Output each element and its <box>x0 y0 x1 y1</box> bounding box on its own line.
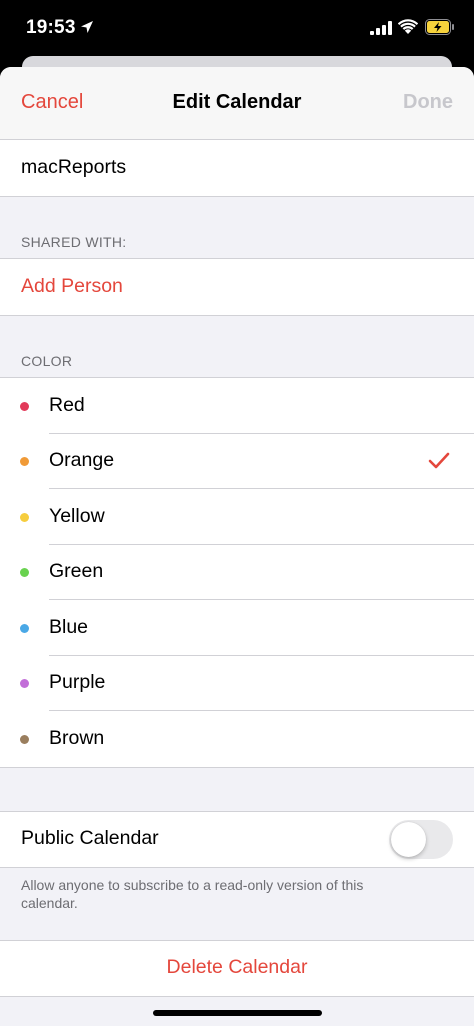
delete-calendar-row[interactable]: Delete Calendar <box>0 941 474 996</box>
public-calendar-row: Public Calendar <box>0 812 474 867</box>
brown-color-dot <box>20 735 29 744</box>
color-option-label: Brown <box>49 727 105 749</box>
color-option-label: Green <box>49 560 104 582</box>
divider <box>0 867 474 868</box>
battery-charging-icon <box>425 19 454 35</box>
toggle-knob <box>391 822 426 857</box>
divider <box>0 315 474 316</box>
home-indicator <box>153 1010 322 1016</box>
navigation-bar: Cancel Edit Calendar Done <box>0 67 474 140</box>
public-calendar-label: Public Calendar <box>21 827 159 849</box>
blue-color-dot <box>20 624 29 633</box>
wifi-icon <box>398 19 418 34</box>
color-option-orange[interactable]: Orange <box>0 434 474 489</box>
cellular-signal-icon <box>370 21 392 35</box>
yellow-color-dot <box>20 513 29 522</box>
shared-with-header: SHARED WITH: <box>21 234 127 250</box>
calendar-name-row[interactable]: macReports <box>0 140 474 196</box>
checkmark-icon <box>428 452 450 469</box>
divider <box>0 196 474 197</box>
status-time: 19:53 <box>26 17 76 38</box>
color-option-purple[interactable]: Purple <box>0 656 474 711</box>
color-option-label: Yellow <box>49 505 105 527</box>
green-color-dot <box>20 568 29 577</box>
location-arrow-icon <box>81 21 93 33</box>
edit-calendar-sheet: Cancel Edit Calendar Done macReports SHA… <box>0 67 474 1026</box>
color-option-red[interactable]: Red <box>0 378 474 434</box>
done-button[interactable]: Done <box>403 91 453 114</box>
public-calendar-note: Allow anyone to subscribe to a read-only… <box>21 877 364 911</box>
color-option-blue[interactable]: Blue <box>0 600 474 656</box>
public-calendar-toggle[interactable] <box>389 820 453 859</box>
color-option-label: Purple <box>49 671 106 693</box>
divider <box>0 996 474 997</box>
divider <box>0 767 474 768</box>
add-person-row[interactable]: Add Person <box>0 259 474 315</box>
color-option-label: Blue <box>49 616 89 638</box>
color-option-green[interactable]: Green <box>0 545 474 600</box>
orange-color-dot <box>20 457 29 466</box>
red-color-dot <box>20 402 29 411</box>
color-header: COLOR <box>21 353 73 369</box>
purple-color-dot <box>20 679 29 688</box>
status-bar: 19:53 <box>0 0 474 56</box>
add-person-button[interactable]: Add Person <box>21 275 123 298</box>
color-option-yellow[interactable]: Yellow <box>0 489 474 545</box>
color-option-label: Orange <box>49 449 115 471</box>
color-option-brown[interactable]: Brown <box>0 711 474 767</box>
color-option-label: Red <box>49 394 85 416</box>
calendar-name-field[interactable]: macReports <box>21 156 126 179</box>
delete-calendar-button[interactable]: Delete Calendar <box>0 956 474 979</box>
